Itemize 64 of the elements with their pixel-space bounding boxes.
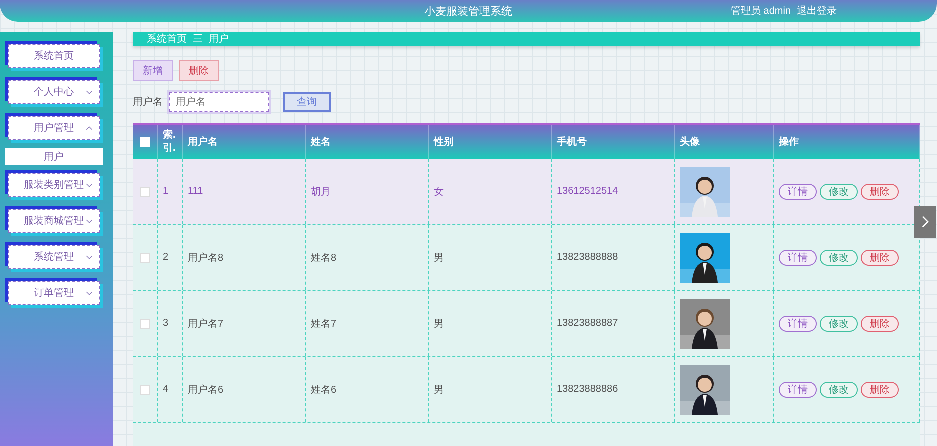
table-cell-text: 4 (163, 383, 170, 396)
delete-button[interactable]: 删除 (861, 250, 899, 266)
logout-link[interactable]: 退出登录 (797, 4, 837, 18)
table-cell-text: 1 (163, 185, 170, 198)
delete-button[interactable]: 删除 (861, 316, 899, 332)
table-cell-text: 3 (163, 317, 170, 330)
row-checkbox[interactable] (140, 318, 150, 328)
table-cell-text: 用户名6 (188, 384, 224, 396)
table-cell-text: 2 (163, 251, 170, 264)
table-cell-text: 姓名7 (311, 318, 337, 330)
edit-button[interactable]: 修改 (820, 250, 858, 266)
column-header: 姓名 (311, 136, 331, 149)
menu-item[interactable]: 系统管理 (8, 245, 100, 269)
submenu-item[interactable]: 用户 (5, 148, 103, 165)
app-title: 小麦服装管理系统 (424, 4, 512, 18)
menu-item[interactable]: 服装商城管理 (8, 209, 100, 233)
table-cell: 13823888887 (557, 318, 618, 329)
delete-button[interactable]: 删除 (179, 60, 219, 81)
column-header: 手机号 (557, 136, 587, 149)
next-button[interactable] (914, 206, 936, 238)
table-cell: 13823888888 (557, 252, 618, 263)
table-cell-text: 用户名8 (188, 252, 224, 264)
breadcrumb-separator: 三 (193, 33, 203, 46)
details-button[interactable]: 详情 (779, 250, 817, 266)
details-button[interactable]: 详情 (779, 382, 817, 398)
table-cell-text: 用户名7 (188, 318, 224, 330)
column-header: 头像 (680, 136, 700, 149)
column-header: 性别 (434, 136, 454, 149)
search-label: 用户名 (133, 96, 163, 109)
user-label: 管理员 admin (730, 5, 791, 18)
row-checkbox[interactable] (140, 252, 150, 262)
details-button[interactable]: 详情 (779, 184, 817, 200)
edit-button[interactable]: 修改 (820, 382, 858, 398)
column-header: 索.引. (163, 129, 177, 155)
edit-button[interactable]: 修改 (820, 316, 858, 332)
add-button[interactable]: 新增 (133, 60, 173, 81)
menu-item[interactable]: 个人中心 (8, 80, 100, 104)
chevron-right-icon (922, 216, 928, 228)
menu-item[interactable]: 用户管理 (8, 116, 100, 140)
menu-item[interactable]: 服装类别管理 (8, 173, 100, 197)
table-cell: 13612512514 (557, 186, 618, 197)
table-cell: 13823888886 (557, 384, 618, 395)
menu-item[interactable]: 订单管理 (8, 281, 100, 305)
details-button[interactable]: 详情 (779, 316, 817, 332)
row-checkbox[interactable] (140, 384, 150, 394)
row-checkbox[interactable] (140, 186, 150, 196)
edit-button[interactable]: 修改 (820, 184, 858, 200)
select-all-checkbox[interactable] (140, 137, 150, 147)
table-cell-text: 男 (434, 318, 444, 330)
breadcrumb-current: 用户 (209, 32, 229, 46)
table-cell-text: 姓名8 (311, 252, 337, 264)
table-cell-text: 姓名6 (311, 384, 337, 396)
column-header: 用户名 (188, 135, 218, 149)
menu-item[interactable]: 系统首页 (8, 44, 100, 68)
table-cell: 111 (188, 186, 204, 197)
search-button[interactable]: 查询 (283, 92, 331, 112)
table-cell-text: 男 (434, 252, 444, 264)
delete-button[interactable]: 删除 (861, 184, 899, 200)
table-cell-text: 男 (434, 384, 444, 396)
search-field[interactable]: 用户名 (169, 92, 269, 112)
table-cell-text: 女 (434, 186, 444, 198)
column-header: 操作 (779, 136, 799, 149)
delete-button[interactable]: 删除 (861, 382, 899, 398)
table-cell-text: 胡月 (311, 186, 331, 198)
